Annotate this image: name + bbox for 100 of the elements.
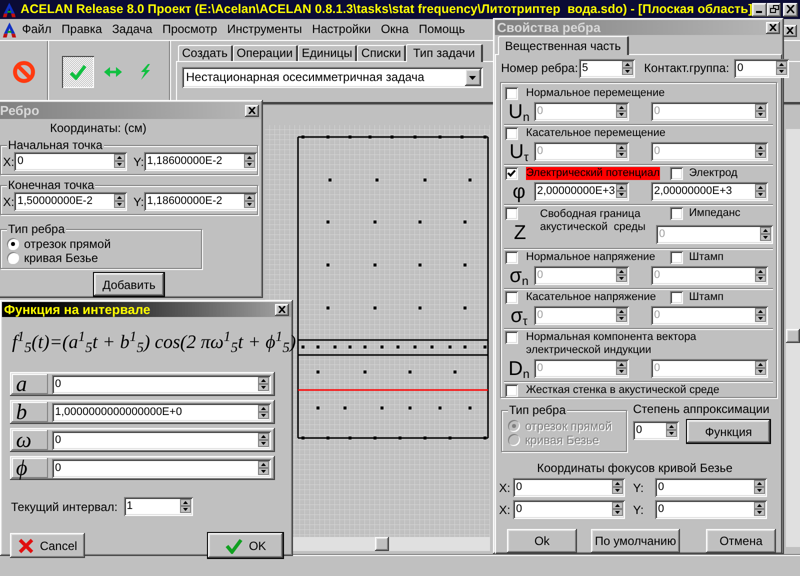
scrollbar-thumb[interactable] — [786, 329, 800, 343]
number-field[interactable]: 1 — [124, 497, 193, 516]
radio-label: кривая Безье — [24, 252, 98, 264]
check-icon — [224, 538, 243, 554]
add-button[interactable]: Добавить — [94, 273, 164, 296]
vertical-scrollbar[interactable] — [786, 129, 800, 547]
spinner-arrows[interactable] — [180, 499, 191, 513]
menu-item[interactable]: Настройки — [306, 22, 376, 37]
number-field[interactable]: 1,18600000E-2 — [144, 152, 258, 171]
spinner-arrows[interactable] — [760, 227, 771, 241]
spinner-arrows[interactable] — [114, 194, 126, 208]
radio-button[interactable] — [7, 238, 19, 250]
number-field[interactable]: 1,50000000E-2 — [14, 192, 128, 211]
dialog-button[interactable]: Ok — [507, 529, 577, 553]
number-field[interactable]: 1,18600000E-2 — [144, 192, 258, 211]
spinner-arrows[interactable] — [622, 60, 634, 74]
checkbox[interactable] — [505, 384, 518, 397]
number-field[interactable]: 0 — [52, 458, 271, 478]
minimize-button[interactable] — [752, 2, 767, 16]
number-field[interactable]: 0 — [52, 374, 271, 394]
spinner-arrows[interactable] — [612, 502, 623, 516]
close-button[interactable] — [275, 304, 289, 316]
menu-item[interactable]: Помощь — [414, 22, 470, 37]
number-field[interactable]: 0 — [734, 58, 790, 78]
spinner-arrows[interactable] — [666, 423, 677, 437]
spinner-arrows[interactable] — [244, 194, 256, 208]
spinner-arrows[interactable] — [616, 308, 627, 322]
number-field[interactable]: 1,0000000000000000E+0 — [52, 402, 271, 422]
number-field[interactable]: 2,00000000E+3 — [651, 182, 768, 201]
menu-item[interactable]: Просмотр — [157, 22, 222, 37]
checkbox[interactable] — [505, 207, 518, 220]
field-label: Номер ребра: — [501, 60, 578, 77]
menu-item[interactable]: Инструменты — [222, 22, 307, 37]
menu-item[interactable]: Задача — [107, 22, 158, 37]
number-field[interactable]: 0 — [655, 500, 767, 519]
number-field[interactable]: 0 — [513, 478, 625, 497]
symbol: φ — [512, 182, 526, 202]
menu-item[interactable]: Файл — [17, 22, 57, 37]
checkbox[interactable] — [505, 127, 518, 140]
close-button[interactable] — [783, 2, 798, 16]
spinner-arrows[interactable] — [612, 480, 623, 494]
spinner-arrows[interactable] — [258, 404, 269, 418]
close-button[interactable] — [783, 24, 797, 36]
checkbox[interactable] — [505, 167, 518, 180]
field-label: Y: — [633, 480, 645, 496]
menu-item[interactable]: Правка — [56, 22, 108, 37]
close-button[interactable] — [766, 22, 780, 34]
spinner-arrows[interactable] — [616, 268, 627, 282]
spinner-arrows[interactable] — [755, 361, 766, 375]
spinner-arrows[interactable] — [754, 480, 765, 494]
dropdown[interactable]: Нестационарная осесимметричная задача — [182, 67, 483, 88]
number-field[interactable]: 0 — [633, 421, 679, 440]
spinner-arrows[interactable] — [616, 361, 627, 375]
dialog-button[interactable]: Отмена — [706, 529, 776, 553]
spinner-arrows[interactable] — [244, 154, 256, 168]
tab[interactable]: Создать — [178, 45, 233, 61]
condition-label: Электрический потенциал — [526, 167, 660, 180]
close-button[interactable] — [245, 104, 259, 116]
dialog-button[interactable]: По умолчанию — [591, 529, 680, 553]
tab[interactable]: Тип задачи — [406, 44, 484, 62]
number-field[interactable]: 5 — [579, 58, 636, 78]
radio-button[interactable] — [7, 252, 19, 264]
tab[interactable]: Операции — [232, 45, 298, 61]
ok-button[interactable]: OK — [208, 533, 283, 558]
spinner-arrows[interactable] — [776, 60, 788, 74]
spinner-arrows[interactable] — [755, 268, 766, 282]
spinner-arrows[interactable] — [754, 502, 765, 516]
number-field[interactable]: 0 — [52, 430, 271, 450]
checkbox[interactable] — [670, 207, 683, 220]
checkbox[interactable] — [505, 291, 518, 304]
checkbox[interactable] — [505, 331, 518, 344]
checkbox[interactable] — [670, 291, 683, 304]
number-field[interactable]: 0 — [513, 500, 625, 519]
spinner-arrows[interactable] — [616, 144, 627, 158]
number-field[interactable]: 0 — [655, 478, 767, 497]
spinner-arrows[interactable] — [616, 184, 627, 198]
checkbox[interactable] — [670, 251, 683, 264]
checkbox[interactable] — [505, 87, 518, 100]
number-field[interactable]: 0 — [14, 152, 128, 171]
restore-button[interactable] — [766, 2, 782, 16]
tab[interactable]: Единицы — [298, 45, 358, 61]
spinner-arrows[interactable] — [755, 144, 766, 158]
menu-item[interactable]: Окна — [376, 22, 414, 37]
spinner-arrows[interactable] — [258, 460, 269, 474]
spinner-arrows[interactable] — [616, 104, 627, 118]
spinner-arrows[interactable] — [755, 308, 766, 322]
function-button[interactable]: Функция — [687, 420, 770, 443]
scrollbar-thumb[interactable] — [375, 537, 389, 551]
spinner-arrows[interactable] — [755, 104, 766, 118]
cancel-button[interactable]: Cancel — [10, 533, 85, 558]
spinner-arrows[interactable] — [258, 432, 269, 446]
tab[interactable]: Вещественная часть — [498, 36, 629, 55]
checkbox[interactable] — [505, 251, 518, 264]
toolbar-button[interactable] — [62, 56, 94, 88]
spinner-arrows[interactable] — [755, 184, 766, 198]
checkbox[interactable] — [670, 167, 683, 180]
number-field[interactable]: 2,00000000E+3 — [534, 182, 629, 201]
spinner-arrows[interactable] — [114, 154, 126, 168]
spinner-arrows[interactable] — [258, 376, 269, 390]
symbol: σ$_{τ}$ — [509, 306, 529, 326]
